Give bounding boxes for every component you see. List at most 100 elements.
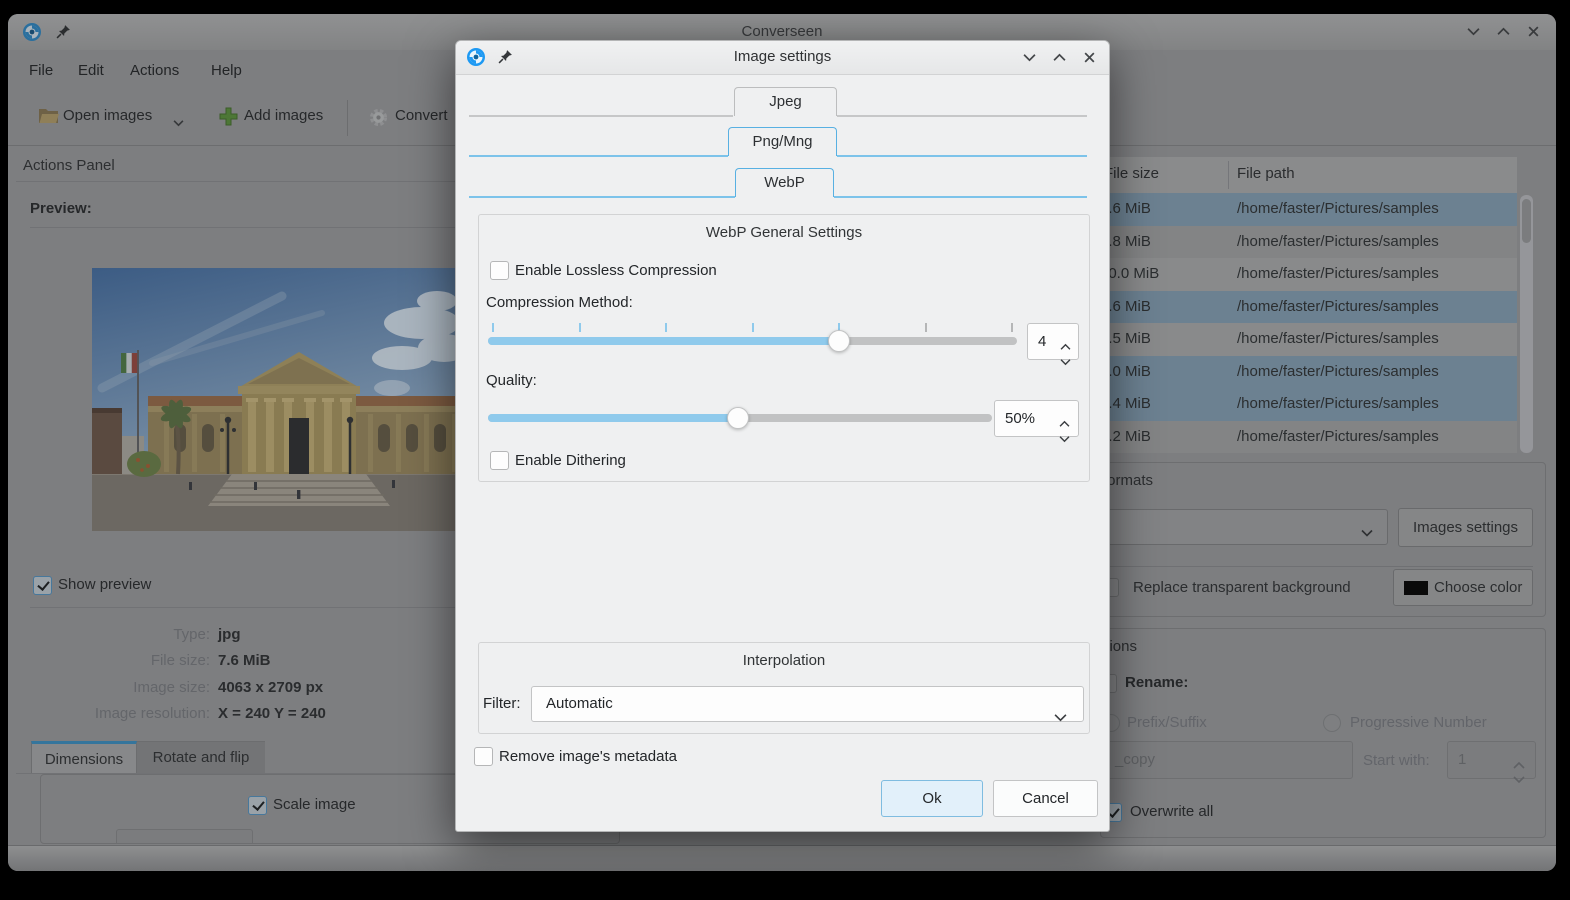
png-line-left [469,155,728,157]
compression-value: 4 [1038,333,1046,350]
quality-slider-handle[interactable] [727,407,749,429]
file-path-cell: /home/faster/Pictures/samples [1237,193,1439,226]
tab-png-mng[interactable]: Png/Mng [728,127,837,156]
table-scrollbar[interactable] [1520,195,1533,453]
images-settings-label: Images settings [1413,519,1518,536]
maximize-icon[interactable] [1497,25,1510,42]
info-imagesize-value: 4063 x 2709 px [218,679,323,696]
status-bar [8,846,1556,871]
dialog-titlebar[interactable]: Image settings [456,41,1109,75]
width-field-partial[interactable] [116,829,253,844]
menu-actions[interactable]: Actions [130,62,179,79]
lossless-checkbox[interactable] [490,261,509,280]
dithering-checkbox[interactable] [490,451,509,470]
close-icon[interactable] [1083,51,1096,68]
close-icon[interactable] [1527,25,1540,42]
interpolation-group-title: Interpolation [479,652,1089,669]
open-images-button[interactable]: Open images [32,104,232,144]
filter-combobox[interactable]: Automatic [531,686,1084,722]
minimize-icon[interactable] [1023,51,1036,68]
info-filesize-value: 7.6 MiB [218,652,271,669]
choose-color-label: Choose color [1434,579,1522,596]
compression-method-label: Compression Method: [486,294,633,311]
menu-edit[interactable]: Edit [78,62,104,79]
start-with-spinbox[interactable]: 1 [1447,741,1536,779]
tab-dimensions[interactable]: Dimensions [31,741,137,774]
info-type-value: jpg [218,626,241,643]
info-type-label: Type: [30,626,210,643]
scale-image-checkbox[interactable] [248,796,267,815]
file-path-cell: /home/faster/Pictures/samples [1237,226,1439,259]
info-resolution-value: X = 240 Y = 240 [218,705,326,722]
quality-value: 50% [1005,410,1035,427]
add-images-button[interactable]: Add images [212,104,342,144]
add-plus-icon [218,106,239,131]
file-path-cell: /home/faster/Pictures/samples [1237,291,1439,324]
gear-icon [368,107,389,132]
compression-spinbox[interactable]: 4 [1027,323,1079,360]
show-preview-label: Show preview [58,576,151,593]
compression-slider-fill [488,337,839,345]
scale-image-label: Scale image [273,796,356,813]
scrollbar-thumb[interactable] [1522,199,1531,243]
rename-label: Rename: [1125,674,1188,691]
file-path-cell: /home/faster/Pictures/samples [1237,388,1439,421]
tab-webp[interactable]: WebP [735,168,834,197]
filter-label: Filter: [483,695,521,712]
minimize-icon[interactable] [1467,25,1480,42]
tab-jpeg[interactable]: Jpeg [734,87,837,116]
spin-down-icon[interactable] [1060,344,1071,379]
start-with-label: Start with: [1363,752,1430,769]
toolbar-separator [347,100,348,136]
cancel-button[interactable]: Cancel [993,780,1098,817]
show-preview-checkbox[interactable] [33,576,52,595]
tab-rotate-and-flip[interactable]: Rotate and flip [137,741,265,774]
rename-pattern-field[interactable]: _copy [1070,741,1353,779]
dialog-title: Image settings [456,48,1109,65]
start-with-value: 1 [1458,751,1466,768]
column-separator[interactable] [1228,161,1229,189]
file-path-cell: /home/faster/Pictures/samples [1237,356,1439,389]
chevron-down-icon [173,114,184,131]
maximize-icon[interactable] [1053,51,1066,68]
webp-group-title: WebP General Settings [479,224,1089,241]
ok-button[interactable]: Ok [881,780,983,817]
png-line-right [837,155,1087,157]
replace-background-label: Replace transparent background [1133,579,1351,596]
window-title: Converseen [8,23,1556,40]
jpeg-line-left [469,115,733,117]
chevron-down-icon [1054,701,1067,735]
remove-metadata-checkbox[interactable] [474,747,493,766]
remove-metadata-label: Remove image's metadata [499,748,677,765]
open-folder-icon [38,106,60,129]
prefix-suffix-label: Prefix/Suffix [1127,714,1207,731]
progressive-number-radio[interactable] [1323,714,1341,732]
overwrite-all-label: Overwrite all [1130,803,1213,820]
webp-line-right [834,196,1087,198]
add-images-label: Add images [244,107,323,124]
filter-value: Automatic [546,695,613,712]
jpeg-line-right [837,115,1087,117]
spin-down-icon[interactable] [1513,762,1525,798]
images-settings-button[interactable]: Images settings [1398,508,1533,547]
menu-file[interactable]: File [29,62,53,79]
info-filesize-label: File size: [30,652,210,669]
quality-slider-fill [488,414,738,422]
chevron-down-icon [1361,524,1373,541]
progressive-number-label: Progressive Number [1350,714,1487,731]
compression-slider-handle[interactable] [828,330,850,352]
compression-slider[interactable] [488,337,1017,345]
col-file-path[interactable]: File path [1237,165,1295,182]
cancel-label: Cancel [1022,790,1069,807]
spin-down-icon[interactable] [1059,421,1070,456]
col-file-size[interactable]: File size [1104,165,1159,182]
open-images-label: Open images [63,107,152,124]
file-path-cell: /home/faster/Pictures/samples [1237,323,1439,356]
lossless-label: Enable Lossless Compression [515,262,717,279]
webp-line-left [469,196,735,198]
file-path-cell: /home/faster/Pictures/samples [1237,258,1439,291]
menu-help[interactable]: Help [211,62,242,79]
choose-color-button[interactable]: Choose color [1393,569,1533,606]
quality-spinbox[interactable]: 50% [994,400,1079,437]
convert-label: Convert [395,107,448,124]
